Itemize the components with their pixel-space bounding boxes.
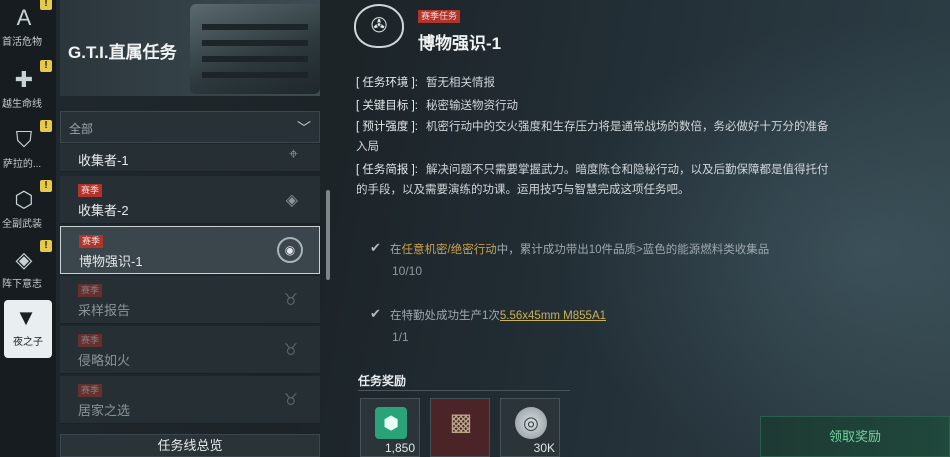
rewards-divider	[358, 390, 570, 391]
list-scrollbar[interactable]	[326, 190, 330, 280]
rewards-title: 任务奖励	[358, 374, 407, 388]
hex-gear-icon: ⬡	[14, 187, 34, 212]
season-tag: 赛季	[79, 235, 104, 248]
check-icon: ✔	[370, 240, 381, 255]
objective-text: 在任意机密/绝密行动中，累计成功带出10件品质>蓝色的能源燃料类收集品	[390, 241, 769, 257]
sidebar-item-3[interactable]: ⛉ 萨拉的... !	[0, 120, 56, 180]
plus-cross-icon: ✚	[14, 67, 34, 92]
sidebar-item-2[interactable]: ✚ 越生命线 !	[0, 60, 56, 120]
target-key: [ 关键目标 ]:	[356, 100, 418, 112]
target-icon: ⌖	[288, 146, 298, 163]
mission-banner: G.T.I.直属任务	[60, 0, 320, 96]
alert-badge: !	[40, 180, 52, 192]
sidebar-item-label: 首活危物	[2, 37, 42, 48]
target-row: [ 关键目标 ]: 秘密输送物资行动	[356, 97, 518, 113]
eagle-emblem-icon: ✇	[354, 4, 404, 48]
target-value: 秘密输送物资行动	[425, 100, 518, 112]
sidebar-item-6[interactable]: ▼ 夜之子	[4, 300, 52, 358]
ammo-link[interactable]: 5.56x45mm M855A1	[500, 310, 606, 322]
banner-title: G.T.I.直属任务	[68, 43, 177, 62]
intensity-value: 机密行动中的交火强度和生存压力将是通常战场的数倍，务必做好十万分的准备	[425, 121, 829, 133]
sidebar-item-label: 越生命线	[2, 99, 42, 110]
objective-2: ✔ 在特勤处成功生产1次5.56x45mm M855A1 1/1	[356, 306, 936, 344]
intensity-key: [ 预计强度 ]:	[356, 121, 418, 133]
env-key: [ 任务环境 ]:	[356, 77, 418, 89]
mission-title: 博物强识-1	[79, 254, 143, 269]
target-icon: ◈	[285, 192, 298, 209]
mission-item[interactable]: 赛季 采样报告 ♉	[60, 276, 320, 324]
claim-reward-button[interactable]: 领取奖励	[760, 416, 950, 457]
background-glow	[530, 0, 950, 457]
shield-icon: ⛉	[15, 127, 33, 152]
alert-badge: !	[40, 120, 52, 132]
alert-badge: !	[40, 60, 52, 72]
diamond-target-icon: ◈	[15, 247, 33, 272]
season-tag: 赛季	[78, 284, 103, 297]
mission-title: 居家之选	[78, 403, 131, 418]
sidebar-item-label: 夜之子	[13, 337, 43, 348]
reward-exp[interactable]: ⬢ 1,850	[360, 398, 420, 457]
sidebar-item-4[interactable]: ⬡ 全副武装 !	[0, 180, 56, 240]
mission-item[interactable]: 赛季 收集者-2 ◈	[60, 176, 320, 224]
filter-dropdown[interactable]: 全部 ﹀	[60, 111, 320, 143]
mission-title: 收集者-2	[78, 203, 129, 218]
season-tag: 赛季	[78, 334, 103, 347]
reward-value: 1,850	[384, 441, 415, 455]
sidebar: A 首活危物 ! ✚ 越生命线 ! ⛉ 萨拉的... ! ⬡ 全副武装 ! ◈ …	[0, 0, 56, 457]
mission-item[interactable]: 赛季 侵略如火 ♉	[60, 326, 320, 374]
exp-badge-icon: ⬢	[375, 407, 407, 439]
sidebar-item-5[interactable]: ◈ 阵下意志 !	[0, 240, 56, 300]
mission-title: 侵略如火	[78, 353, 131, 368]
medal-icon: ♉	[283, 392, 298, 409]
env-value: 暂无相关情报	[425, 77, 495, 89]
check-icon: ✔	[370, 306, 381, 321]
objective-progress: 1/1	[392, 330, 409, 344]
intensity-value-cont: 入局	[356, 141, 379, 153]
mission-overview-button[interactable]: 任务线总览	[60, 434, 320, 457]
sidebar-item-1[interactable]: A 首活危物 !	[0, 0, 56, 58]
env-row: [ 任务环境 ]: 暂无相关情报	[356, 74, 495, 90]
objective-highlight: 任意机密/绝密行动	[401, 244, 497, 256]
season-mission-tag: 赛季任务	[418, 10, 461, 23]
coin-icon: ◎	[515, 407, 547, 439]
triangle-logo-icon: A	[16, 5, 32, 30]
body-armor-icon: ▩	[449, 409, 473, 436]
objective-progress: 10/10	[392, 264, 423, 278]
mission-item[interactable]: 赛季 居家之选 ♉	[60, 376, 320, 424]
medal-icon: ◉	[277, 237, 303, 263]
chevron-down-icon: ﹀	[297, 120, 311, 136]
objective-prefix: 在特勤处成功生产1次	[390, 310, 500, 322]
sidebar-item-label: 萨拉的...	[2, 159, 42, 170]
objective-suffix: 中，累计成功带出10件品质>蓝色的能源燃料类收集品	[496, 244, 770, 256]
sidebar-item-label: 阵下意志	[2, 279, 42, 290]
objective-prefix: 在	[390, 244, 402, 256]
medal-icon: ♉	[283, 342, 298, 359]
season-tag: 赛季	[78, 384, 103, 397]
mission-title: 收集者-1	[78, 153, 129, 168]
mission-item-selected[interactable]: 赛季 博物强识-1 ◉	[60, 226, 320, 274]
objective-1: ✔ 在任意机密/绝密行动中，累计成功带出10件品质>蓝色的能源燃料类收集品 10…	[356, 240, 936, 278]
intensity-row: [ 预计强度 ]: 机密行动中的交火强度和生存压力将是通常战场的数倍，务必做好十万…	[356, 118, 828, 134]
v-logo-icon: ▼	[15, 305, 37, 330]
reward-value: 30K	[533, 441, 555, 455]
season-tag: 赛季	[78, 184, 103, 197]
reward-armor[interactable]: ▩	[430, 398, 490, 457]
filter-label: 全部	[69, 122, 94, 136]
brief-value: 解决问题不只需要掌握武力。暗度陈仓和隐秘行动，以及后勤保障都是值得托付	[425, 164, 829, 176]
reward-coin[interactable]: ◎ 30K	[500, 398, 560, 457]
brief-key: [ 任务简报 ]:	[356, 164, 418, 176]
mission-title: 采样报告	[78, 303, 131, 318]
medal-icon: ♉	[283, 292, 298, 309]
mission-detail-title: 博物强识-1	[418, 34, 502, 53]
crate-image	[190, 4, 320, 94]
sidebar-item-label: 全副武装	[2, 219, 42, 230]
alert-badge: !	[40, 240, 52, 252]
mission-item[interactable]: 收集者-1 ⌖	[60, 144, 320, 172]
brief-row: [ 任务简报 ]: 解决问题不只需要掌握武力。暗度陈仓和隐秘行动，以及后勤保障都是…	[356, 161, 828, 177]
brief-value-cont: 的手段，以及需要演练的功课。运用技巧与智慧完成这项任务吧。	[356, 184, 690, 196]
objective-text: 在特勤处成功生产1次5.56x45mm M855A1	[390, 307, 606, 323]
alert-badge: !	[40, 0, 52, 10]
